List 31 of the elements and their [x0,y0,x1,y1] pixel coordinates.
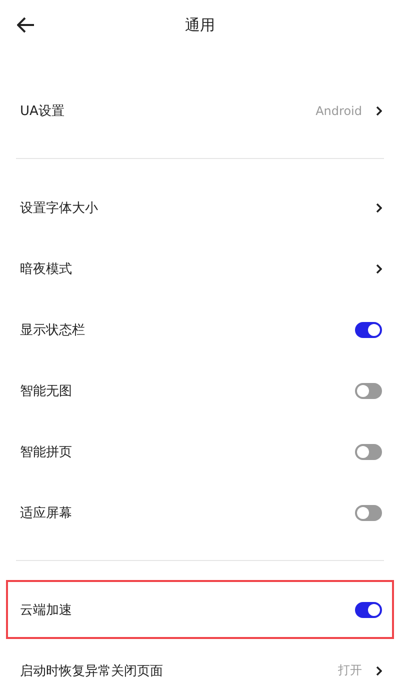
setting-row[interactable]: 智能无图 [0,360,400,421]
setting-label: 设置字体大小 [20,200,98,216]
highlighted-setting-row[interactable]: 云端加速 [5,579,395,640]
setting-label: UA设置 [20,102,64,120]
setting-value: 打开 [338,662,362,679]
chevron-right-icon [376,202,382,212]
setting-row[interactable]: 暗夜模式 [0,238,400,299]
chevron-right-icon [376,106,382,116]
setting-row[interactable]: UA设置 Android [0,80,400,141]
back-arrow-icon[interactable] [17,17,35,33]
toggle-switch[interactable] [355,322,382,338]
chevron-right-icon [376,666,382,676]
setting-label: 显示状态栏 [20,322,85,338]
setting-row[interactable]: 智能拼页 [0,421,400,482]
chevron-right-icon [376,264,382,274]
setting-row[interactable]: 启动时恢复异常关闭页面 打开 [0,640,400,686]
setting-label: 云端加速 [20,602,72,618]
setting-label: 智能无图 [20,382,72,400]
page-title: 通用 [185,16,215,34]
setting-row[interactable]: 设置字体大小 [0,177,400,238]
toggle-switch[interactable] [355,444,382,460]
setting-value: Android [316,104,362,118]
setting-row[interactable]: 显示状态栏 [0,299,400,360]
setting-row[interactable]: 适应屏幕 [0,482,400,543]
toggle-switch[interactable] [355,382,382,398]
setting-label: 适应屏幕 [20,504,72,522]
setting-label: 暗夜模式 [20,260,72,278]
setting-label: 启动时恢复异常关闭页面 [20,662,163,680]
setting-label: 智能拼页 [20,444,72,460]
toggle-switch[interactable] [355,602,382,618]
toggle-switch[interactable] [355,504,382,520]
